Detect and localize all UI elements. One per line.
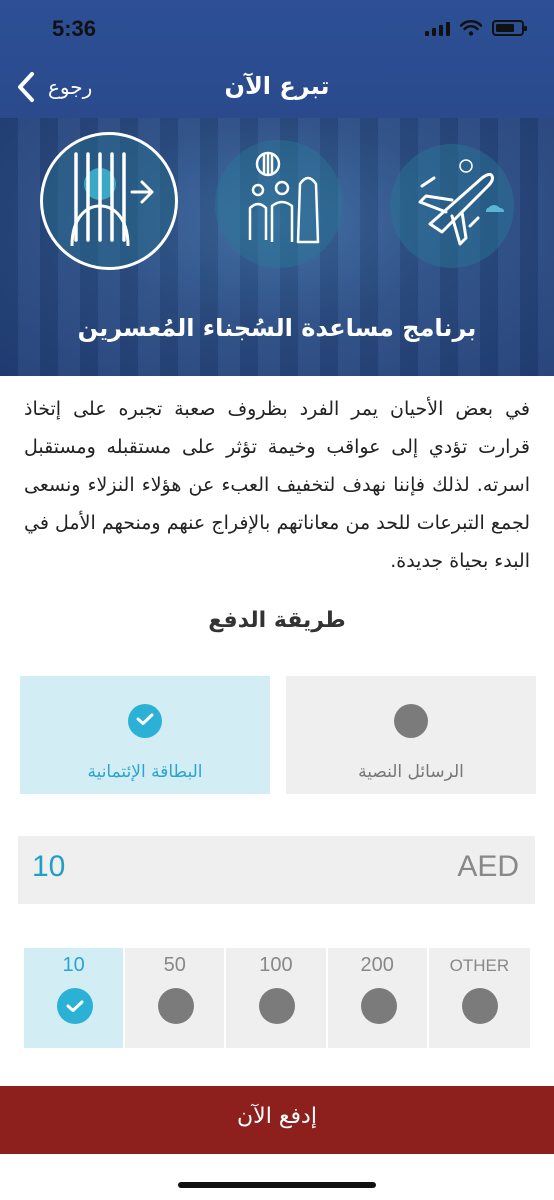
currency-label: AED <box>457 850 519 883</box>
signal-icon <box>425 20 450 36</box>
amount-option-50[interactable]: 50 <box>125 948 227 1048</box>
prisoner-release-icon <box>70 152 154 247</box>
payment-method-label: الرسائل النصية <box>358 762 464 782</box>
amount-field[interactable]: 10 AED <box>18 836 535 904</box>
app-header: 5:36 رجوع تبرع الآن <box>0 0 554 118</box>
program-description: في بعض الأحيان يمر الفرد بظروف صعبة تجبر… <box>24 398 530 572</box>
amount-option-10[interactable]: 10 <box>24 948 126 1048</box>
banner-title: برنامج مساعدة السُجناء المُعسرين <box>77 314 477 342</box>
radio-unselected <box>158 988 195 1024</box>
amount-options: 10 50 100 200 OTHER <box>24 948 530 1048</box>
payment-method-credit-card[interactable]: البطاقة الإئتمانية <box>20 676 270 794</box>
wifi-icon <box>460 20 482 36</box>
payment-method-sms[interactable]: الرسائل النصية <box>286 676 536 794</box>
radio-unselected <box>259 988 296 1024</box>
amount-option-label: 100 <box>259 954 293 976</box>
checkmark-icon <box>136 713 154 725</box>
radio-unselected <box>461 988 498 1024</box>
amount-option-100[interactable]: 100 <box>226 948 328 1048</box>
pay-now-button[interactable]: إدفع الآن <box>0 1086 554 1154</box>
amount-option-label: OTHER <box>449 956 510 975</box>
family-icon <box>248 151 320 244</box>
radio-selected <box>128 704 162 738</box>
status-time: 5:36 <box>52 16 97 41</box>
amount-option-other[interactable]: OTHER <box>428 948 530 1048</box>
airplane-icon <box>418 159 504 246</box>
radio-selected <box>57 988 93 1024</box>
battery-icon <box>492 20 527 36</box>
amount-option-label: 200 <box>360 954 394 976</box>
pay-now-label: إدفع الآن <box>237 1104 317 1129</box>
amount-option-label: 10 <box>62 954 85 976</box>
status-icons <box>425 20 527 36</box>
program-banner: برنامج مساعدة السُجناء المُعسرين <box>0 118 554 376</box>
navigation-bar: رجوع تبرع الآن <box>0 58 554 118</box>
home-indicator[interactable] <box>178 1182 376 1188</box>
amount-value: 10 <box>32 850 66 883</box>
amount-option-200[interactable]: 200 <box>327 948 429 1048</box>
radio-unselected <box>394 704 428 738</box>
page-title: تبرع الآن <box>224 72 330 100</box>
payment-method-label: البطاقة الإئتمانية <box>87 762 203 782</box>
payment-method-title: طريقة الدفع <box>208 608 346 633</box>
status-bar: 5:36 <box>0 0 554 58</box>
amount-option-label: 50 <box>163 954 186 976</box>
checkmark-icon <box>66 1000 84 1012</box>
radio-unselected <box>360 988 397 1024</box>
